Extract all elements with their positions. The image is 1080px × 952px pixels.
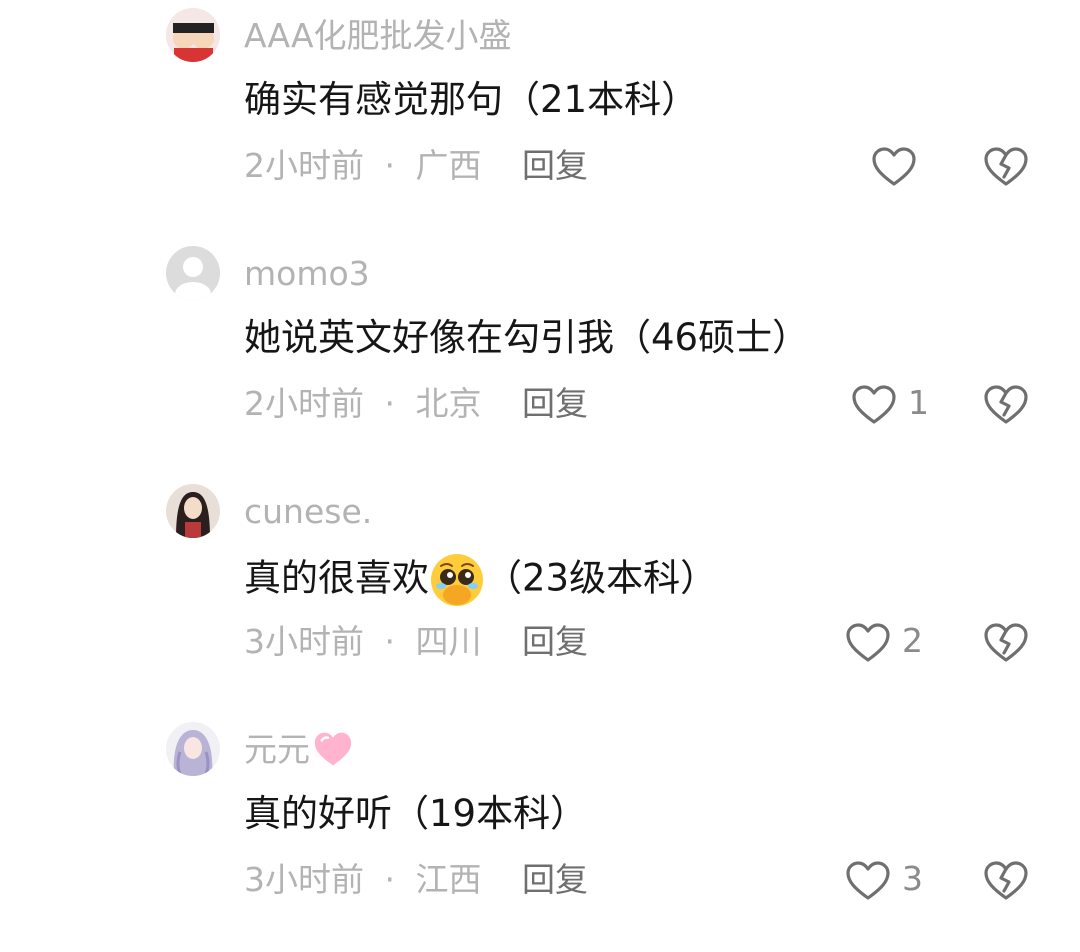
heart-outline-icon [846, 861, 890, 900]
dislike-button[interactable] [982, 381, 1030, 429]
comment-text: 确实有感觉那句（21本科） [244, 78, 699, 121]
avatar[interactable] [166, 8, 220, 62]
comment-text-part: 真的很喜欢 [244, 556, 429, 600]
dislike-button[interactable] [982, 619, 1030, 667]
like-button[interactable]: 3 [844, 857, 934, 905]
comment-item: momo3 她说英文好像在勾引我（46硕士） 2小时前 · 北京 回复 1 [0, 238, 1080, 476]
timestamp: 3小时前 [244, 860, 364, 899]
avatar[interactable] [166, 246, 220, 300]
meta-separator: · [384, 860, 396, 899]
location: 广西 [415, 146, 482, 185]
comment-meta: 2小时前 · 广西 [244, 146, 482, 186]
like-button[interactable]: 2 [844, 619, 934, 667]
like-button[interactable]: 1 [850, 381, 940, 429]
timestamp: 2小时前 [244, 146, 364, 185]
broken-heart-icon [984, 623, 1028, 662]
like-count: 1 [908, 383, 929, 422]
comment-item: cunese. 真的很喜欢 （23级本科） 3小时前 · 四川 回复 2 [0, 476, 1080, 714]
dislike-button[interactable] [982, 857, 1030, 905]
pink-heart-emoji [314, 732, 352, 765]
comment-item: AAA化肥批发小盛 确实有感觉那句（21本科） 2小时前 · 广西 回复 [0, 0, 1080, 238]
location: 北京 [415, 384, 482, 423]
like-button[interactable] [870, 143, 960, 191]
timestamp: 3小时前 [244, 622, 364, 661]
pleading-face-emoji [431, 554, 483, 606]
dislike-button[interactable] [982, 143, 1030, 191]
reply-button[interactable]: 回复 [522, 146, 588, 186]
comment-text: 真的很喜欢 （23级本科） [244, 552, 717, 608]
like-count: 3 [902, 859, 923, 898]
avatar[interactable] [166, 484, 220, 538]
comment-meta: 3小时前 · 江西 [244, 860, 482, 900]
username[interactable]: cunese. [244, 492, 372, 532]
location: 四川 [415, 622, 482, 661]
timestamp: 2小时前 [244, 384, 364, 423]
username[interactable]: momo3 [244, 254, 370, 294]
comment-item: 元元 真的好听（19本科） 3小时前 · 江西 回复 3 [0, 714, 1080, 952]
meta-separator: · [384, 622, 396, 661]
heart-outline-icon [852, 385, 896, 424]
broken-heart-icon [984, 147, 1028, 186]
username[interactable]: AAA化肥批发小盛 [244, 16, 512, 56]
heart-outline-icon [846, 623, 890, 662]
meta-separator: · [384, 146, 396, 185]
heart-outline-icon [872, 147, 916, 186]
reply-button[interactable]: 回复 [522, 622, 588, 662]
like-count: 2 [902, 621, 923, 660]
meta-separator: · [384, 384, 396, 423]
comment-meta: 3小时前 · 四川 [244, 622, 482, 662]
avatar[interactable] [166, 722, 220, 776]
reply-button[interactable]: 回复 [522, 860, 588, 900]
comment-text: 她说英文好像在勾引我（46硕士） [244, 316, 810, 359]
comment-text: 真的好听（19本科） [244, 792, 588, 835]
comment-meta: 2小时前 · 北京 [244, 384, 482, 424]
username[interactable]: 元元 [244, 730, 354, 770]
broken-heart-icon [984, 861, 1028, 900]
location: 江西 [415, 860, 482, 899]
username-text: 元元 [244, 730, 310, 769]
comment-text-part: （23级本科） [485, 556, 718, 600]
broken-heart-icon [984, 385, 1028, 424]
reply-button[interactable]: 回复 [522, 384, 588, 424]
